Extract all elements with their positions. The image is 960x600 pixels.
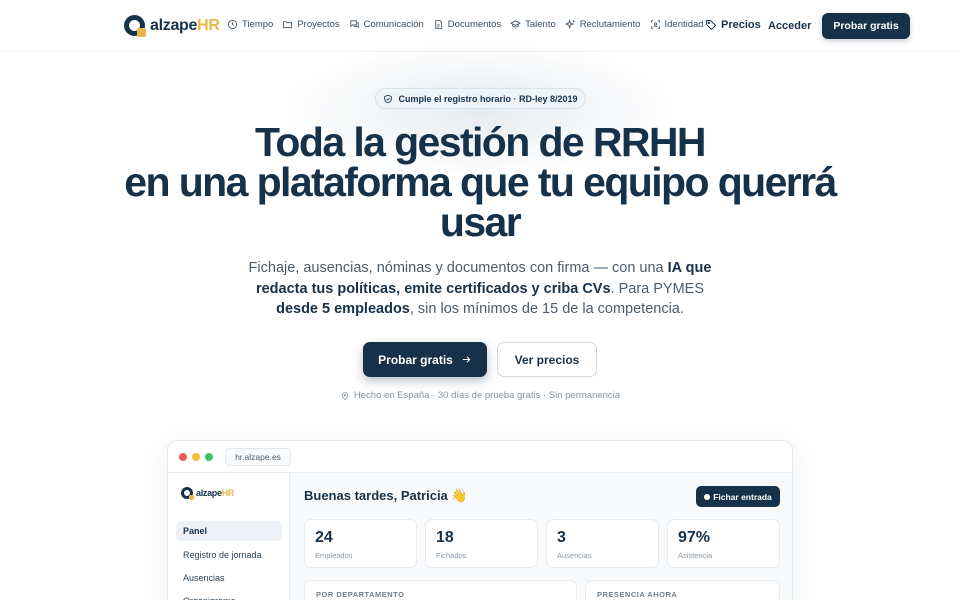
menu-item-documentos[interactable]: Documentos	[433, 19, 501, 30]
map-pin-icon	[342, 391, 348, 400]
made-in-note: Hecho en España · 30 días de prueba grat…	[0, 390, 960, 401]
menu-label: Identidad	[664, 19, 704, 30]
document-icon	[435, 19, 442, 30]
shield-check-icon	[384, 94, 393, 103]
menu-item-reclutamiento[interactable]: Reclutamiento	[564, 19, 641, 30]
close-dot-icon	[179, 453, 187, 461]
hero-try-free-button[interactable]: Probar gratis	[363, 342, 487, 377]
sidebar-item-panel: Panel	[176, 521, 282, 541]
scan-face-icon	[650, 20, 660, 29]
pricing-label: Precios	[721, 19, 761, 31]
cta-primary-label: Probar gratis	[378, 352, 453, 367]
menu-label: Talento	[525, 19, 556, 30]
sidebar-item-registro: Registro de jornada	[183, 550, 262, 560]
logo-name: alzape	[196, 488, 222, 498]
badge-text: Cumple el registro horario · RD-ley 8/20…	[398, 93, 578, 104]
menu-item-comunicacion[interactable]: Comunicación	[349, 19, 424, 30]
menu-label: Tiempo	[242, 19, 274, 30]
logo-name: alzape	[150, 16, 198, 34]
graduation-cap-icon	[510, 20, 522, 28]
logo-mark-icon	[124, 15, 146, 37]
url-bar: hr.alzape.es	[225, 448, 291, 466]
nav-try-free-button[interactable]: Probar gratis	[822, 13, 910, 39]
menu-label: Documentos	[447, 19, 502, 30]
stat-label: Fichados	[436, 551, 467, 560]
sub-text-2: . Para PYMES	[610, 280, 705, 297]
sub-text-1: Fichaje, ausencias, nóminas y documentos…	[248, 260, 668, 276]
logo[interactable]: alzapeHR	[124, 15, 220, 37]
menu-item-proyectos[interactable]: Proyectos	[282, 19, 340, 30]
stat-label: Asistencia	[678, 551, 713, 560]
headline-line-3: usar	[439, 199, 522, 245]
arrow-right-icon	[462, 356, 471, 363]
main-menu: Tiempo Proyectos Comunicación Documentos…	[227, 19, 713, 30]
sub-text-3: , sin los mínimos de 15 de la competenci…	[409, 301, 684, 317]
stat-label: Ausencias	[557, 551, 592, 560]
hero-subtitle: Fichaje, ausencias, nóminas y documentos…	[240, 258, 720, 320]
menu-label: Reclutamiento	[579, 19, 641, 30]
stat-value: 3	[557, 529, 566, 546]
menu-item-tiempo[interactable]: Tiempo	[227, 19, 273, 30]
minimize-dot-icon	[192, 453, 200, 461]
stat-card-fichados: 18 Fichados	[425, 519, 538, 568]
logo-suffix: HR	[197, 16, 220, 34]
chat-icon	[349, 20, 359, 29]
presence-panel: PRESENCIA AHORA	[585, 580, 780, 600]
nav-pricing-link[interactable]: Precios	[705, 19, 761, 31]
greeting: Buenas tardes, Patricia 👋	[304, 488, 468, 503]
clock-in-label: Fichar entrada	[713, 491, 772, 502]
panel-title: POR DEPARTAMENTO	[316, 590, 405, 599]
window-titlebar: hr.alzape.es	[168, 441, 792, 473]
sidebar-item-ausencias: Ausencias	[183, 573, 225, 583]
hero-headline: Toda la gestión de RRHH en una plataform…	[0, 122, 960, 245]
stat-card-asistencia: 97% Asistencia	[667, 519, 780, 568]
panel-title: PRESENCIA AHORA	[597, 590, 678, 599]
sub-bold-2: desde 5 empleados	[276, 301, 410, 317]
sidebar-item-organigrama: Organigrama	[176, 591, 282, 600]
maximize-dot-icon	[205, 453, 213, 461]
stat-value: 97%	[678, 529, 711, 546]
app-logo: alzapeHR	[181, 487, 235, 500]
folder-icon	[283, 21, 293, 29]
department-panel: POR DEPARTAMENTO	[304, 580, 577, 600]
stat-card-ausencias: 3 Ausencias	[546, 519, 659, 568]
menu-label: Proyectos	[297, 19, 340, 30]
menu-item-talento[interactable]: Talento	[510, 19, 556, 30]
clock-icon	[227, 19, 238, 30]
stat-value: 18	[436, 529, 454, 546]
sparkles-icon	[564, 19, 575, 30]
menu-item-identidad[interactable]: Identidad	[650, 19, 704, 30]
tag-icon	[706, 20, 717, 31]
clock-in-button: Fichar entrada	[696, 486, 780, 507]
logo-mark-icon	[181, 487, 194, 500]
menu-label: Comunicación	[363, 19, 424, 30]
status-dot-icon	[704, 493, 711, 500]
app-preview-window: hr.alzape.es alzapeHR Panel Registro de …	[167, 440, 793, 600]
made-in-text: Hecho en España · 30 días de prueba grat…	[353, 390, 621, 401]
stat-label: Empleados	[315, 551, 353, 560]
hero-view-pricing-button[interactable]: Ver precios	[497, 342, 597, 377]
stat-card-empleados: 24 Empleados	[304, 519, 417, 568]
compliance-badge: Cumple el registro horario · RD-ley 8/20…	[375, 88, 586, 109]
logo-suffix: HR	[221, 488, 235, 498]
stat-value: 24	[315, 529, 333, 546]
app-sidebar: alzapeHR Panel Registro de jornada Ausen…	[168, 473, 290, 600]
login-link[interactable]: Acceder	[768, 20, 811, 32]
